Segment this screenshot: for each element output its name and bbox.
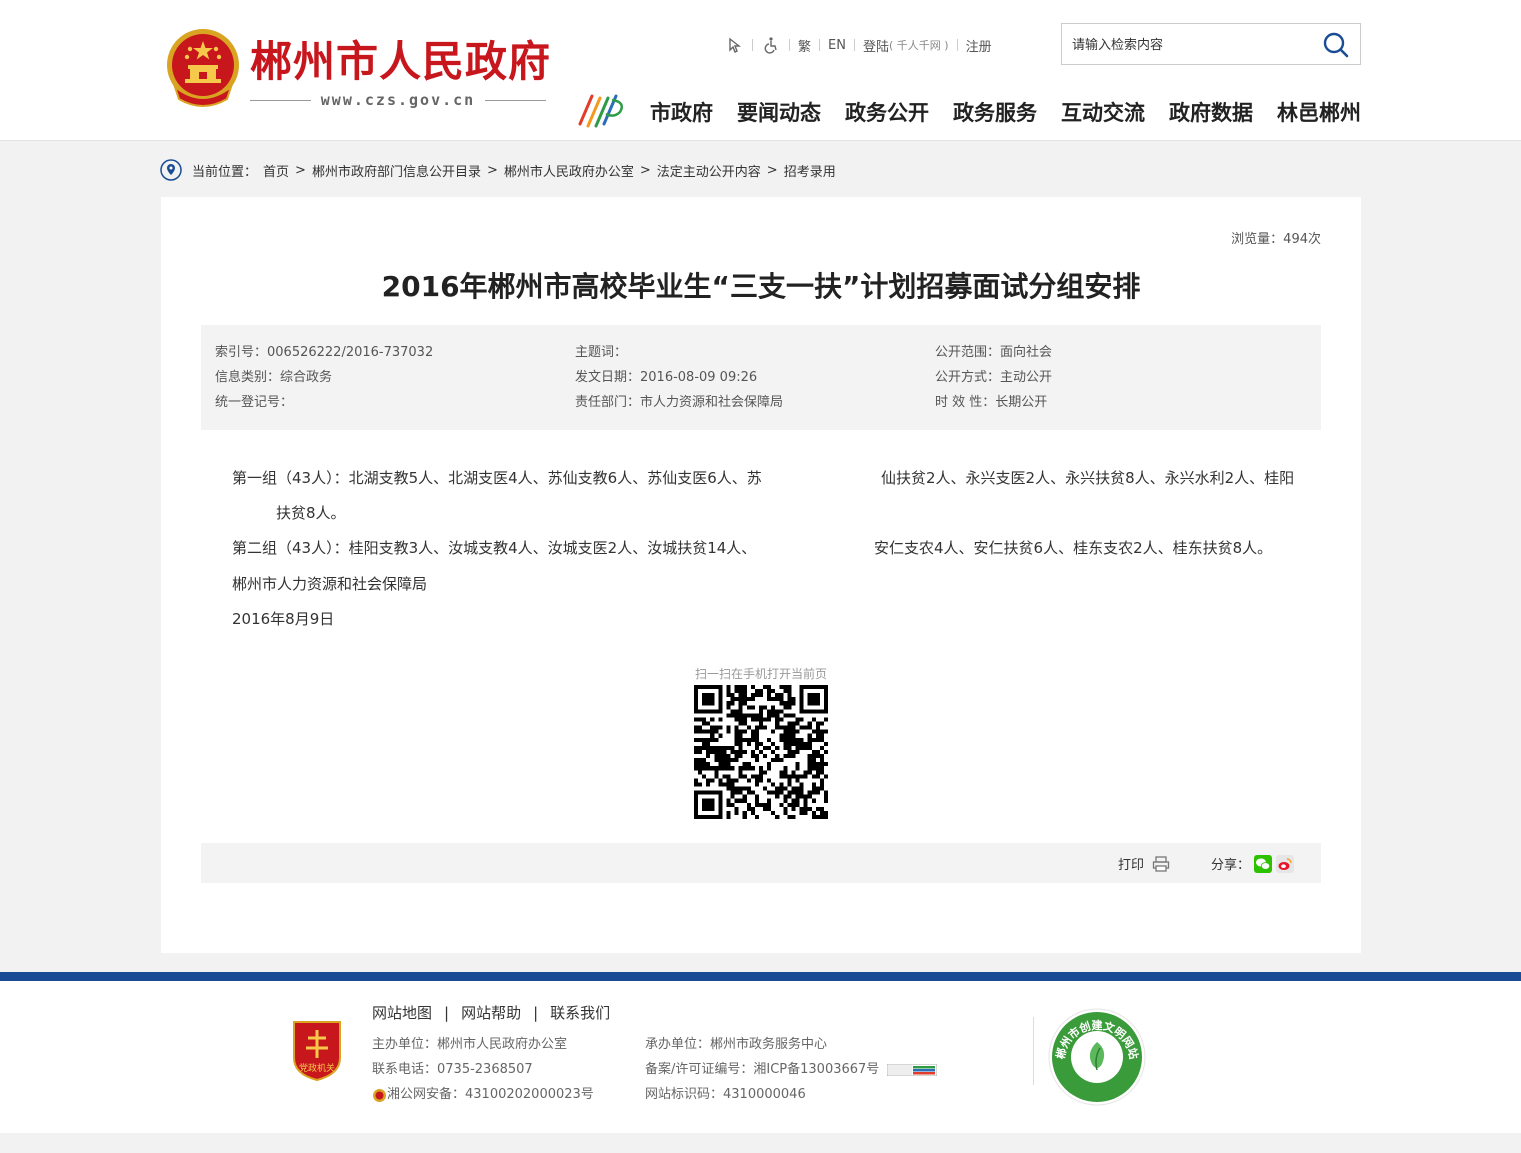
wechat-icon[interactable] [1254,854,1273,873]
site-url-text: www.czs.gov.cn [320,91,476,109]
qr-caption: 扫一扫在手机打开当前页 [694,667,827,681]
url-left-line [250,99,311,101]
breadcrumb-home[interactable]: 首页 [263,161,289,180]
footer-police-text: 湘公网安备：43100202000023号 [387,1087,594,1102]
url-right-line [485,99,546,101]
breadcrumb-separator: > [766,162,778,178]
qr-code-icon [694,685,828,819]
nav-logo-icon [578,94,623,128]
breadcrumb-recruitment[interactable]: 招考录用 [784,161,836,180]
site-footer: 党政机关 网站地图 | 网站帮助 | 联系我们 主办单位：郴州市人民政府办公室 … [0,981,1521,1133]
body-signature: 郴州市人力资源和社会保障局 [232,575,428,593]
breadcrumb-statutory-content[interactable]: 法定主动公开内容 [657,161,761,180]
police-badge-icon [373,1088,386,1102]
party-government-badge-icon[interactable]: 党政机关 [290,1018,344,1082]
toplink-separator [752,39,753,51]
toplink-separator [789,39,790,51]
body-group1-line1-cont: 仙扶贫2人、永兴支医2人、永兴扶贫8人、永兴水利2人、桂阳 [881,469,1295,487]
weibo-icon[interactable] [1276,854,1295,873]
nav-item-interaction[interactable]: 互动交流 [1061,97,1145,127]
register-link[interactable]: 注册 [966,36,992,55]
footer-phone: 联系电话：0735-2368507 [372,1062,533,1077]
search-input[interactable] [1072,34,1312,56]
english-link[interactable]: EN [828,38,846,53]
nav-item-linyi-chenzhou[interactable]: 林邑郴州 [1277,97,1361,127]
nav-item-open-affairs[interactable]: 政务公开 [845,97,929,127]
site-name[interactable]: 郴州市人民政府 [250,34,551,90]
breadcrumb-govt-office[interactable]: 郴州市人民政府办公室 [504,161,634,180]
print-label: 打印 [1118,858,1145,873]
civilized-website-badge-icon[interactable]: 郴州市创建文明网站 [1048,1008,1146,1106]
share-label: 分享： [1211,858,1251,873]
article-body: 第一组（43人）：北湖支教5人、北湖支医4人、苏仙支教6人、苏仙支医6人、苏 仙… [161,197,1361,953]
footer-sponsor: 主办单位：郴州市人民政府办公室 [372,1037,568,1052]
footer-divider [1033,1017,1034,1085]
footer-links: 网站地图 | 网站帮助 | 联系我们 [372,1002,610,1023]
footer-link-contact[interactable]: 联系我们 [550,1002,610,1023]
search-box [1061,23,1361,65]
party-badge-text: 党政机关 [299,1062,335,1074]
breadcrumb-separator: > [639,162,651,178]
cnzz-badge-icon[interactable] [887,1064,938,1076]
breadcrumb-separator: > [295,162,306,178]
search-button[interactable] [1322,31,1350,59]
article-panel: 浏览量：494次 2016年郴州市高校毕业生“三支一扶”计划招募面试分组安排 索… [161,197,1361,953]
printer-icon [1152,855,1170,872]
traditional-chinese-link[interactable]: 繁 [798,36,811,55]
print-button[interactable]: 打印 [1118,854,1170,873]
location-pin-icon [160,159,182,181]
breadcrumb-dept-directory[interactable]: 郴州市政府部门信息公开目录 [312,161,481,180]
national-emblem-icon[interactable] [163,27,243,111]
nav-item-news[interactable]: 要闻动态 [737,97,821,127]
footer-organizer: 承办单位：郴州市政务服务中心 [645,1037,828,1052]
body-group2-line1: 第二组（43人）：桂阳支教3人、汝城支教4人、汝城支医2人、汝城扶贫14人、 [232,539,757,557]
body-group2-line1-cont: 安仁支农4人、安仁扶贫6人、桂东支农2人、桂东扶贫8人。 [874,539,1273,557]
breadcrumb-label: 当前位置： [192,164,258,180]
search-icon [1323,32,1349,58]
toplink-separator [819,39,821,51]
footer-bottom-strip [0,1133,1521,1153]
breadcrumb-separator: > [486,162,498,178]
nav-item-data[interactable]: 政府数据 [1169,97,1253,127]
nav-item-services[interactable]: 政务服务 [953,97,1037,127]
wheelchair-icon[interactable] [761,35,781,55]
footer-police-record[interactable]: 湘公网安备：43100202000023号 [372,1086,594,1104]
login-note: ( 千人千网 ) [888,39,949,52]
main-nav: 市政府 要闻动态 政务公开 政务服务 互动交流 政府数据 林邑郴州 [638,94,1361,130]
site-header: 郴州市人民政府 www.czs.gov.cn 繁 EN 登陆 ( 千人千网 ) … [0,0,1521,141]
body-group1-line2: 扶贫8人。 [276,504,346,522]
login-link[interactable]: 登陆 [863,36,889,55]
footer-icp[interactable]: 备案/许可证编号：湘ICP备13003667号 [645,1061,938,1079]
footer-link-help[interactable]: 网站帮助 [461,1002,521,1023]
breadcrumb: 当前位置： 首页 > 郴州市政府部门信息公开目录 > 郴州市人民政府办公室 > … [160,158,836,182]
site-url: www.czs.gov.cn [250,90,546,110]
nav-item-government[interactable]: 市政府 [650,97,713,127]
footer-icp-text: 备案/许可证编号：湘ICP备13003667号 [645,1062,880,1077]
footer-site-id: 网站标识码：4310000046 [645,1087,806,1102]
toplink-separator [956,39,958,51]
top-links: 繁 EN 登陆 ( 千人千网 ) 注册 [724,33,992,57]
footer-link-separator: | [533,1003,539,1022]
toplink-separator [853,39,855,51]
footer-link-separator: | [444,1003,450,1022]
footer-accent-bar [0,972,1521,981]
article-toolbar: 打印 分享： [201,843,1321,883]
accessibility-pointer-icon[interactable] [724,35,744,55]
footer-link-sitemap[interactable]: 网站地图 [372,1002,432,1023]
body-group1-line1: 第一组（43人）：北湖支教5人、北湖支医4人、苏仙支教6人、苏仙支医6人、苏 [232,469,762,487]
body-date: 2016年8月9日 [232,610,335,628]
share-bar: 分享： [1211,854,1295,873]
